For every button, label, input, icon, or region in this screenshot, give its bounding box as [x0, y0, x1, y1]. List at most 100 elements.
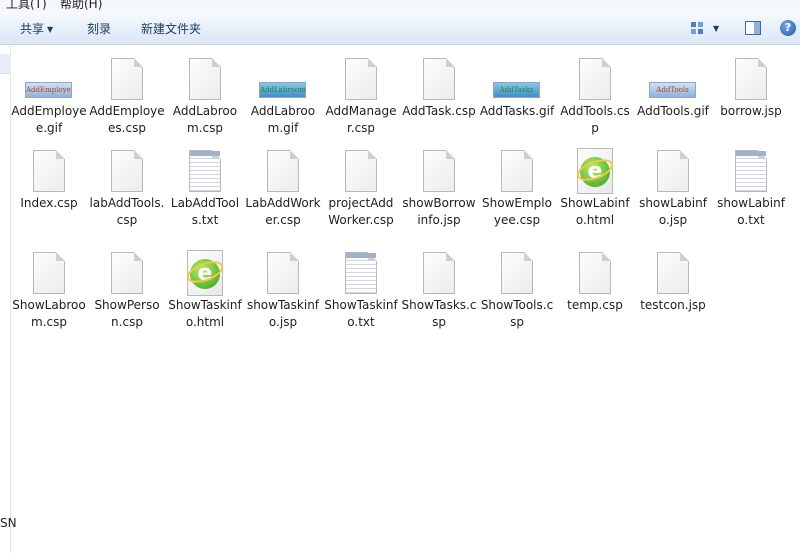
file-name-label: LabAddWorker.csp [245, 196, 321, 227]
document-icon [712, 54, 790, 102]
document-icon [400, 146, 478, 194]
navigation-item-label: SN [0, 516, 17, 530]
file-item[interactable]: showBorrowinfo.jsp [400, 146, 478, 236]
file-name-label: AddTask.csp [402, 104, 476, 118]
file-item[interactable]: projectAddWorker.csp [322, 146, 400, 236]
file-name-label: AddTasks.gif [479, 104, 555, 118]
file-item[interactable]: AddEmployees.csp [88, 54, 166, 144]
file-item[interactable]: AddLabroom.csp [166, 54, 244, 144]
document-icon [478, 248, 556, 296]
file-item[interactable]: e ShowLabinfo.html [556, 146, 634, 236]
document-icon [478, 146, 556, 194]
file-item[interactable]: AddLabroom AddLabroom.gif [244, 54, 322, 144]
document-icon [322, 54, 400, 102]
file-name-label: AddEmployees.csp [89, 104, 165, 135]
document-icon [10, 248, 88, 296]
file-name-label: ShowPerson.csp [94, 298, 160, 329]
preview-pane-icon[interactable] [745, 21, 761, 35]
file-item[interactable]: AddEmployee AddEmployee.gif [10, 54, 88, 144]
text-document-icon [166, 146, 244, 194]
document-icon [244, 146, 322, 194]
file-item[interactable]: LabAddTools.txt [166, 146, 244, 236]
change-view-icon[interactable] [690, 21, 706, 35]
file-name-label: LabAddTools.txt [170, 196, 240, 227]
file-name-label: temp.csp [567, 298, 623, 312]
gif-thumbnail-text: AddTasks [493, 82, 540, 98]
file-name-label: AddTools.csp [560, 104, 630, 135]
document-icon [556, 248, 634, 296]
file-item[interactable]: AddManager.csp [322, 54, 400, 144]
file-item[interactable]: temp.csp [556, 248, 634, 338]
new-folder-button[interactable]: 新建文件夹 [141, 21, 201, 37]
menu-tools[interactable]: 工具(T) [6, 0, 47, 12]
file-item[interactable]: e ShowTaskinfo.html [166, 248, 244, 338]
file-item[interactable]: ShowEmployee.csp [478, 146, 556, 236]
document-icon [322, 146, 400, 194]
file-name-label: showBorrowinfo.jsp [402, 196, 476, 227]
command-toolbar: 共享 ▼ 刻录 新建文件夹 ▼ ? [0, 12, 800, 45]
document-icon [88, 248, 166, 296]
file-name-label: labAddTools.csp [89, 196, 165, 227]
share-button[interactable]: 共享 ▼ [20, 21, 53, 37]
file-item[interactable]: ShowLabroom.csp [10, 248, 88, 338]
file-name-label: ShowTaskinfo.txt [324, 298, 398, 329]
text-document-icon [712, 146, 790, 194]
file-item[interactable]: ShowPerson.csp [88, 248, 166, 338]
menu-bar: 工具(T) 帮助(H) [0, 0, 800, 12]
file-name-label: ShowEmployee.csp [482, 196, 552, 227]
file-item[interactable]: showLabinfo.jsp [634, 146, 712, 236]
file-item[interactable]: ShowTools.csp [478, 248, 556, 338]
gif-thumbnail-text: AddTools [649, 82, 696, 98]
menu-help[interactable]: 帮助(H) [60, 0, 102, 12]
text-document-icon [322, 248, 400, 296]
file-item[interactable]: showLabinfo.txt [712, 146, 790, 236]
document-icon [166, 54, 244, 102]
file-item[interactable]: ShowTasks.csp [400, 248, 478, 338]
help-icon[interactable]: ? [780, 20, 796, 36]
file-item[interactable]: Index.csp [10, 146, 88, 236]
document-icon [634, 248, 712, 296]
file-name-label: ShowTasks.csp [401, 298, 477, 329]
file-name-label: AddManager.csp [325, 104, 397, 135]
gif-image-icon: AddLabroom [244, 54, 322, 102]
file-name-label: showLabinfo.jsp [639, 196, 707, 227]
file-item[interactable]: labAddTools.csp [88, 146, 166, 236]
html-document-icon: e [556, 146, 634, 194]
document-icon [400, 248, 478, 296]
view-options-chevron-down-icon[interactable]: ▼ [713, 20, 719, 36]
document-icon [556, 54, 634, 102]
file-name-label: showTaskinfo.jsp [246, 298, 320, 329]
gif-image-icon: AddEmployee [10, 54, 88, 102]
file-name-label: ShowLabinfo.html [560, 196, 630, 227]
chevron-down-icon: ▼ [47, 25, 54, 34]
file-item[interactable]: LabAddWorker.csp [244, 146, 322, 236]
document-icon [400, 54, 478, 102]
file-name-label: borrow.jsp [720, 104, 782, 118]
file-name-label: AddEmployee.gif [11, 104, 87, 135]
file-name-label: Index.csp [20, 196, 78, 210]
file-name-label: AddTools.gif [637, 104, 709, 118]
document-icon [88, 146, 166, 194]
file-name-label: showLabinfo.txt [717, 196, 785, 227]
document-icon [244, 248, 322, 296]
file-name-label: ShowLabroom.csp [12, 298, 86, 329]
file-name-label: projectAddWorker.csp [328, 196, 394, 227]
html-document-icon: e [166, 248, 244, 296]
file-item[interactable]: borrow.jsp [712, 54, 790, 144]
document-icon [634, 146, 712, 194]
file-item[interactable]: AddTask.csp [400, 54, 478, 144]
file-item[interactable]: AddTools.csp [556, 54, 634, 144]
file-item[interactable]: showTaskinfo.jsp [244, 248, 322, 338]
document-icon [10, 146, 88, 194]
file-name-label: testcon.jsp [640, 298, 706, 312]
file-item[interactable]: AddTasks AddTasks.gif [478, 54, 556, 144]
gif-image-icon: AddTools [634, 54, 712, 102]
file-name-label: AddLabroom.csp [172, 104, 238, 135]
file-item[interactable]: ShowTaskinfo.txt [322, 248, 400, 338]
file-item[interactable]: AddTools AddTools.gif [634, 54, 712, 144]
burn-button[interactable]: 刻录 [87, 21, 111, 37]
gif-image-icon: AddTasks [478, 54, 556, 102]
file-item[interactable]: testcon.jsp [634, 248, 712, 338]
gif-thumbnail-text: AddEmployee [25, 82, 72, 98]
file-name-label: AddLabroom.gif [250, 104, 316, 135]
